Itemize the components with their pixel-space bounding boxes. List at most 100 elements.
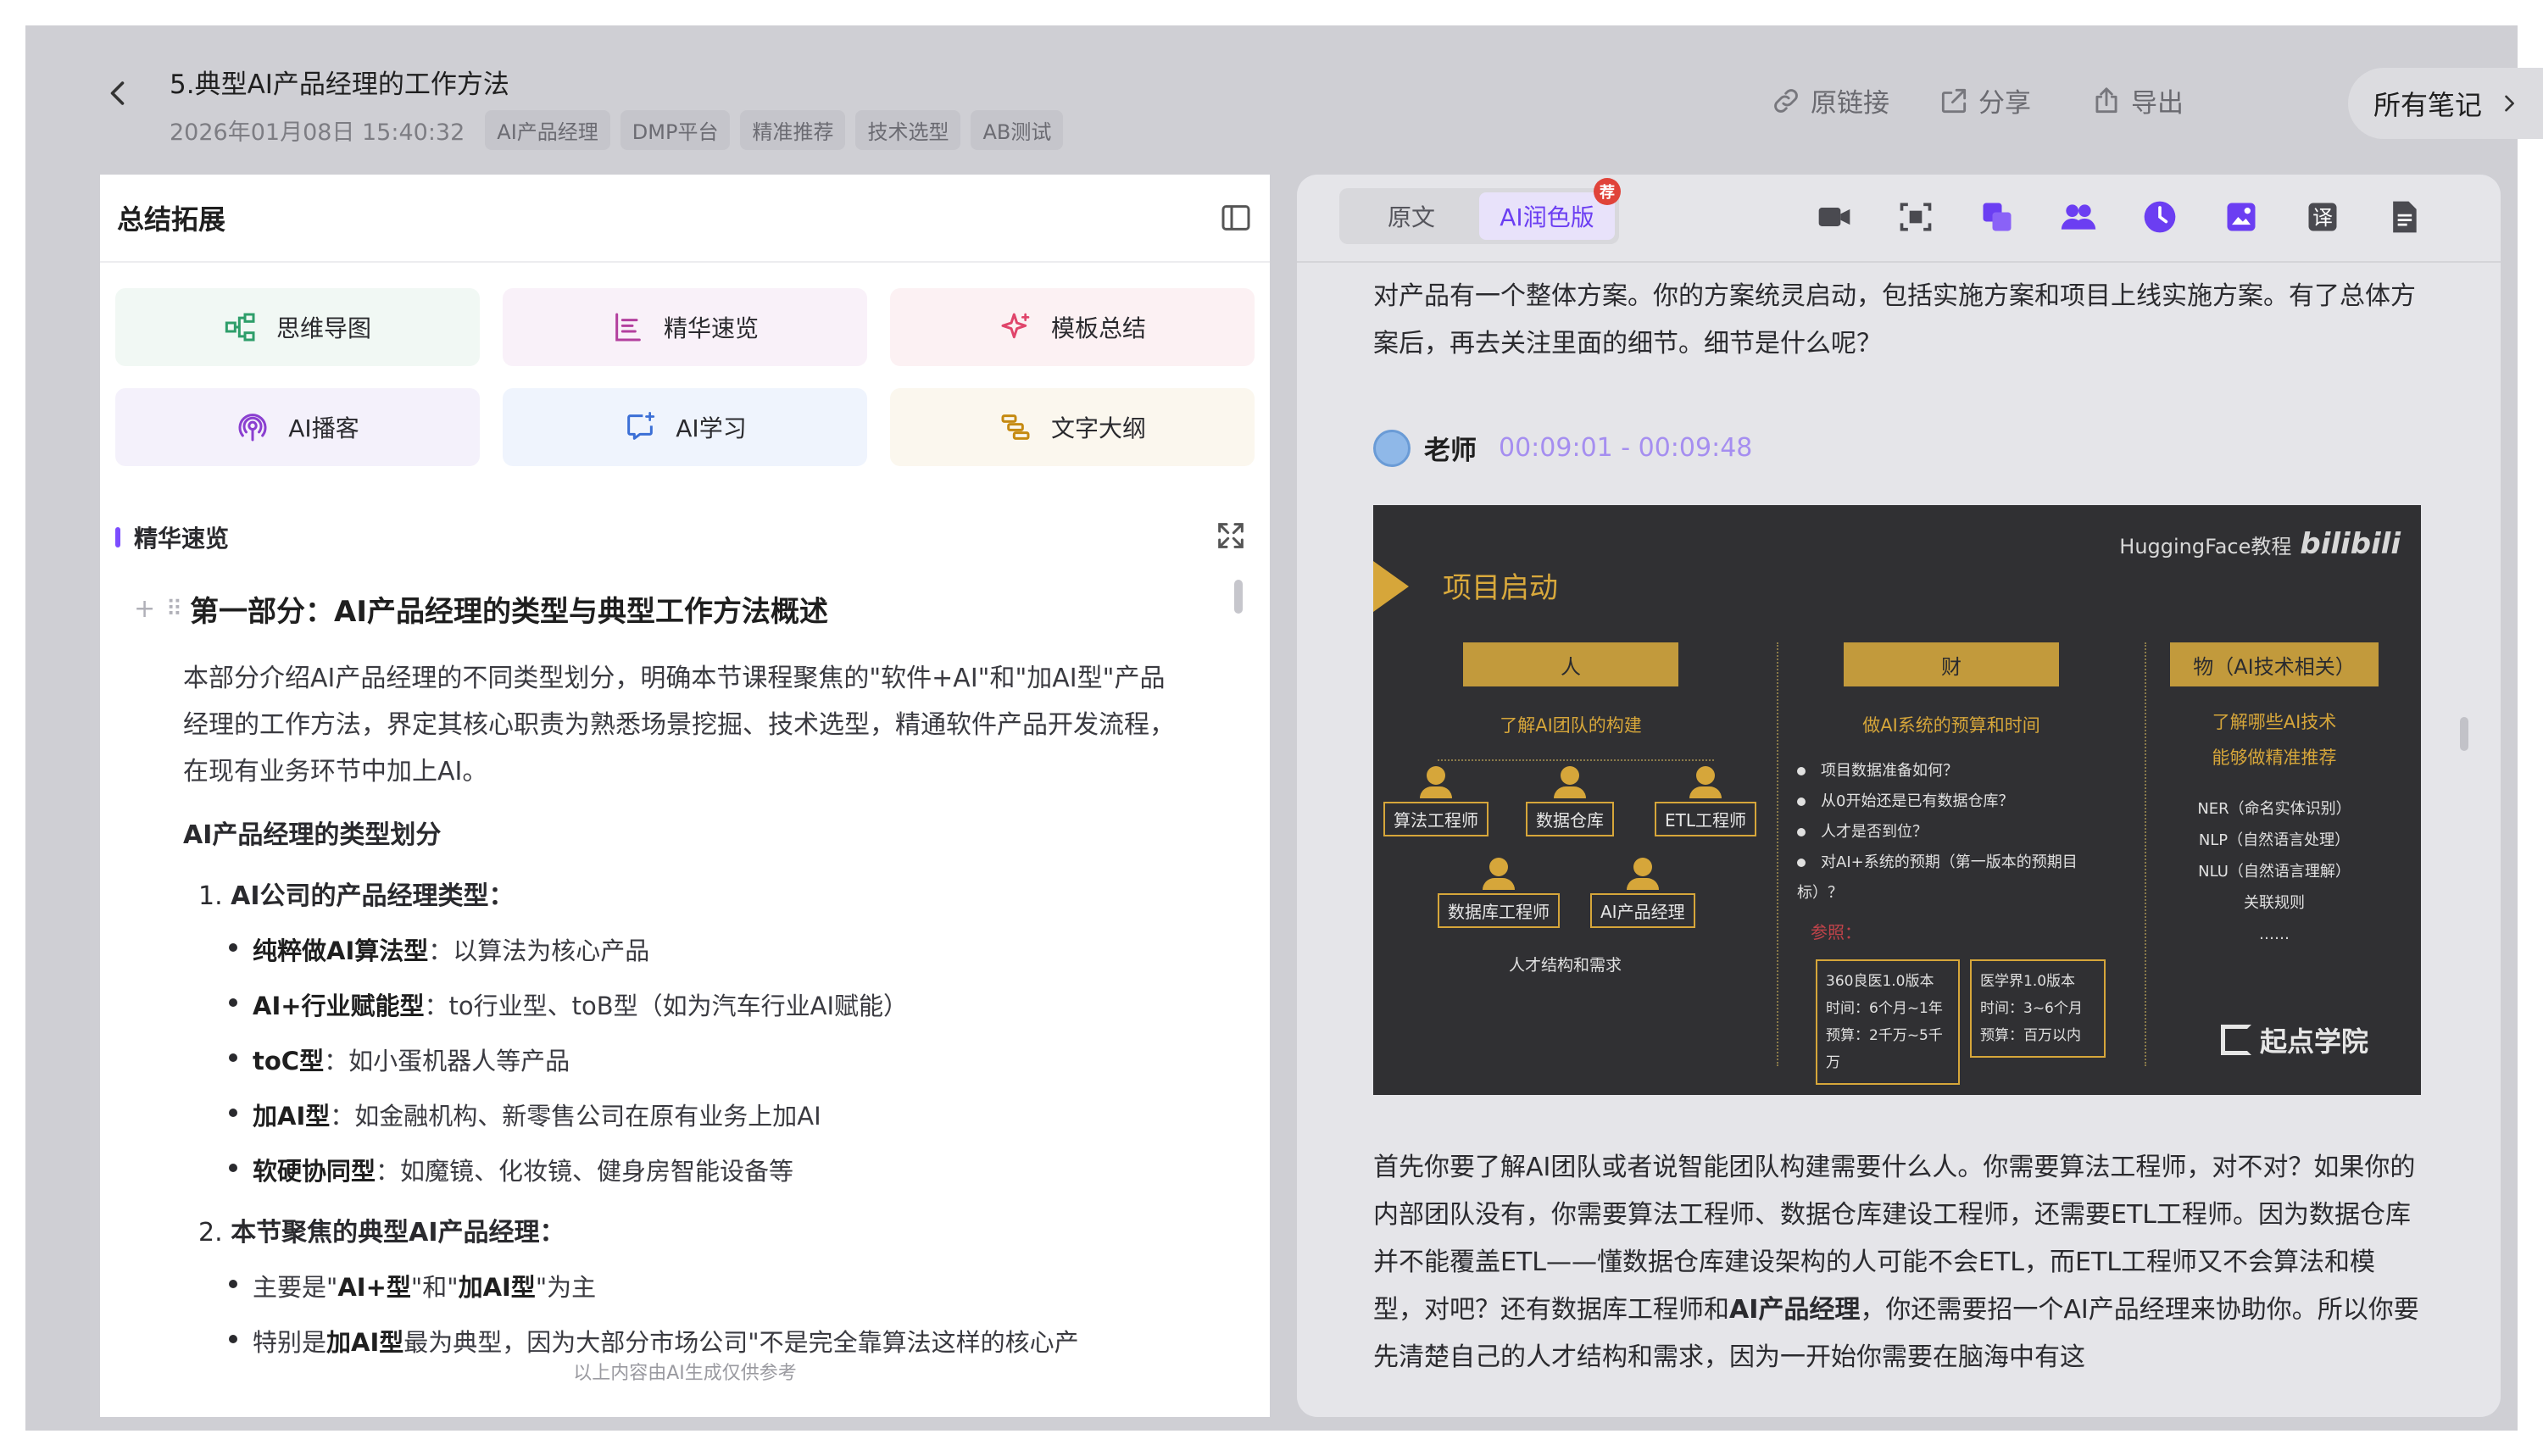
type-desc: ：如金融机构、新零售公司在原有业务上加AI: [330, 1102, 821, 1131]
mindmap-button[interactable]: 思维导图: [115, 288, 480, 366]
type-desc: ：如小蛋机器人等产品: [324, 1047, 570, 1075]
section-heading: 第一部分：AI产品经理的类型与典型工作方法概述: [190, 595, 828, 629]
slide-arrow: [1373, 561, 1409, 612]
slide-money-bullets: 项目数据准备如何？ 从0开始还是已有数据仓库？ 人才是否到位？ 对AI+系统的预…: [1797, 756, 2119, 909]
tag-chip[interactable]: DMP平台: [620, 110, 731, 150]
list-item: 加AI型：如金融机构、新零售公司在原有业务上加AI: [229, 1097, 1236, 1132]
summary-panel: 总结拓展 思维导图 精华速览 模板总结 AI播客 AI学习 文字大纲 精华速览 …: [100, 175, 1270, 1417]
slide-card-line: 时间：6个月~1年: [1826, 1000, 1943, 1017]
list-item: AI+行业赋能型：to行业型、toB型（如为汽车行业AI赋能）: [229, 986, 1236, 1022]
summary-panel-header: 总结拓展: [100, 175, 1270, 263]
ordered-number: 1.: [198, 881, 223, 911]
text-outline-label: 文字大纲: [1050, 414, 1146, 442]
video-icon[interactable]: [1816, 198, 1853, 236]
slide-bullet: 人才是否到位？: [1821, 823, 1928, 841]
type-name: toC型: [253, 1047, 325, 1075]
tag-chip[interactable]: 精准推荐: [740, 110, 846, 150]
text-run: 主要是": [253, 1273, 338, 1302]
speaker-name: 老师: [1424, 436, 1477, 466]
section-marker: [115, 527, 120, 547]
note-meta: 2026年01月08日 15:40:32 AI产品经理 DMP平台 精准推荐 技…: [170, 110, 1064, 150]
slide-card-line: 预算：2千万~5千万: [1826, 1027, 1943, 1071]
tag-chip[interactable]: AI产品经理: [485, 110, 610, 150]
original-link-label: 原链接: [1811, 88, 1889, 119]
intro-paragraph: 本部分介绍AI产品经理的不同类型划分，明确本节课程聚焦的"软件+AI"和"加AI…: [183, 664, 1175, 786]
fullscreen-expand-icon[interactable]: [1214, 519, 1248, 553]
bullet-dot: [229, 1053, 237, 1062]
essence-button[interactable]: 精华速览: [503, 288, 867, 366]
template-summary-button[interactable]: 模板总结: [890, 288, 1255, 366]
drag-handle-icon[interactable]: ⠿: [166, 597, 183, 622]
ai-podcast-label: AI播客: [288, 414, 359, 442]
bullet-dot: [229, 998, 237, 1007]
tag-chip[interactable]: AB测试: [971, 110, 1064, 150]
text-bold: 加AI型: [458, 1273, 536, 1302]
type-desc: ：如魔镜、化妆镜、健身房智能设备等: [376, 1157, 794, 1186]
bullet-dot: [229, 1164, 237, 1172]
screenshot-icon[interactable]: [1897, 198, 1934, 236]
slide-brand: HuggingFace教程 bilibili: [2119, 527, 2401, 561]
recommend-badge: 荐: [1594, 178, 1621, 205]
list-item: 纯粹做AI算法型：以算法为核心产品: [229, 931, 1236, 967]
list-item: toC型：如小蛋机器人等产品: [229, 1042, 1236, 1077]
ai-learn-label: AI学习: [676, 414, 747, 442]
tag-chip[interactable]: 技术选型: [855, 110, 961, 150]
speaker-timestamp[interactable]: 00:09:01 - 00:09:48: [1499, 433, 1752, 463]
copy-icon[interactable]: [1978, 198, 2016, 236]
ai-podcast-button[interactable]: AI播客: [115, 388, 480, 466]
back-button[interactable]: [93, 68, 144, 119]
ordered-item: 2. 本节聚焦的典型AI产品经理：: [198, 1211, 1236, 1248]
type-desc: ：以算法为核心产品: [428, 936, 650, 965]
speakers-icon[interactable]: [2060, 198, 2097, 236]
chevron-left-icon: [110, 81, 125, 105]
slide-ref-card: 医学界1.0版本 时间：3~6个月 预算：百万以内: [1970, 959, 2106, 1058]
slide-people-sub: 了解AI团队的构建: [1500, 715, 1642, 736]
text-outline-button[interactable]: 文字大纲: [890, 388, 1255, 466]
mindmap-label: 思维导图: [275, 314, 371, 342]
slide-ref-card: 360良医1.0版本 时间：6个月~1年 预算：2千万~5千万: [1816, 959, 1960, 1085]
slide-things-sub: 了解哪些AI技术: [2212, 712, 2337, 732]
share-button[interactable]: 分享: [1938, 81, 2031, 119]
bullet-dot: [229, 943, 237, 952]
slide-people-note: 人才结构和需求: [1509, 956, 1622, 975]
export-icon: [2095, 86, 2117, 113]
all-notes-button[interactable]: 所有笔记: [2348, 68, 2543, 139]
ai-learn-button[interactable]: AI学习: [503, 388, 867, 466]
transcript-scrollbar[interactable]: [2460, 717, 2468, 751]
tab-ai-polished[interactable]: AI润色版: [1479, 192, 1615, 240]
slide-card-line: 医学界1.0版本: [1980, 973, 2076, 990]
sidebar-toggle-icon[interactable]: [1219, 201, 1253, 235]
text-bold: 加AI型: [326, 1328, 404, 1357]
app-frame: 5.典型AI产品经理的工作方法 2026年01月08日 15:40:32 AI产…: [25, 25, 2543, 1431]
slide-card-line: 时间：3~6个月: [1980, 1000, 2083, 1017]
list-item: 主要是"AI+型"和"加AI型"为主: [229, 1268, 1236, 1303]
type-name: 加AI型: [253, 1102, 331, 1131]
tab-original[interactable]: 原文: [1344, 192, 1479, 240]
share-label: 分享: [1978, 88, 2031, 119]
summary-panel-title: 总结拓展: [117, 203, 226, 236]
podcast-icon: [238, 414, 267, 442]
image-icon[interactable]: [2223, 198, 2260, 236]
summary-tools: 思维导图 精华速览 模板总结 AI播客 AI学习 文字大纲: [115, 288, 1255, 466]
document-icon[interactable]: [2385, 198, 2423, 236]
clock-icon[interactable]: [2141, 198, 2179, 236]
svg-text:译: 译: [2312, 206, 2333, 230]
slide-bullet: 对AI+系统的预期（第一版本的预期目标）？: [1797, 853, 2078, 902]
slide-connector: [1438, 759, 1714, 761]
slide-tech-item: 关联规则: [2244, 894, 2305, 912]
slide-ref-label: 参照：: [1811, 922, 1861, 942]
essence-list-icon: [615, 313, 641, 342]
translate-icon[interactable]: 译: [2304, 198, 2341, 236]
slide-divider: [2145, 642, 2146, 1066]
bullet-dot: [229, 1109, 237, 1117]
slide-card-line: 预算：百万以内: [1980, 1027, 2081, 1044]
text-run: 最为典型，因为大部分市场公司"不是完全靠算法这样的核心产: [403, 1328, 1079, 1357]
essence-content: + ⠿ 第一部分：AI产品经理的类型与典型工作方法概述 本部分介绍AI产品经理的…: [134, 588, 1236, 1359]
original-link-button[interactable]: 原链接: [1770, 81, 1889, 119]
bullet-dot: [229, 1280, 237, 1288]
list-item: 特别是加AI型最为典型，因为大部分市场公司"不是完全靠算法这样的核心产: [229, 1323, 1236, 1359]
add-block-icon[interactable]: +: [134, 594, 159, 624]
export-button[interactable]: 导出: [2090, 81, 2184, 119]
sub-heading: AI产品经理的类型划分: [183, 820, 442, 850]
slide-col-things: 物（AI技术相关）: [2170, 642, 2379, 686]
